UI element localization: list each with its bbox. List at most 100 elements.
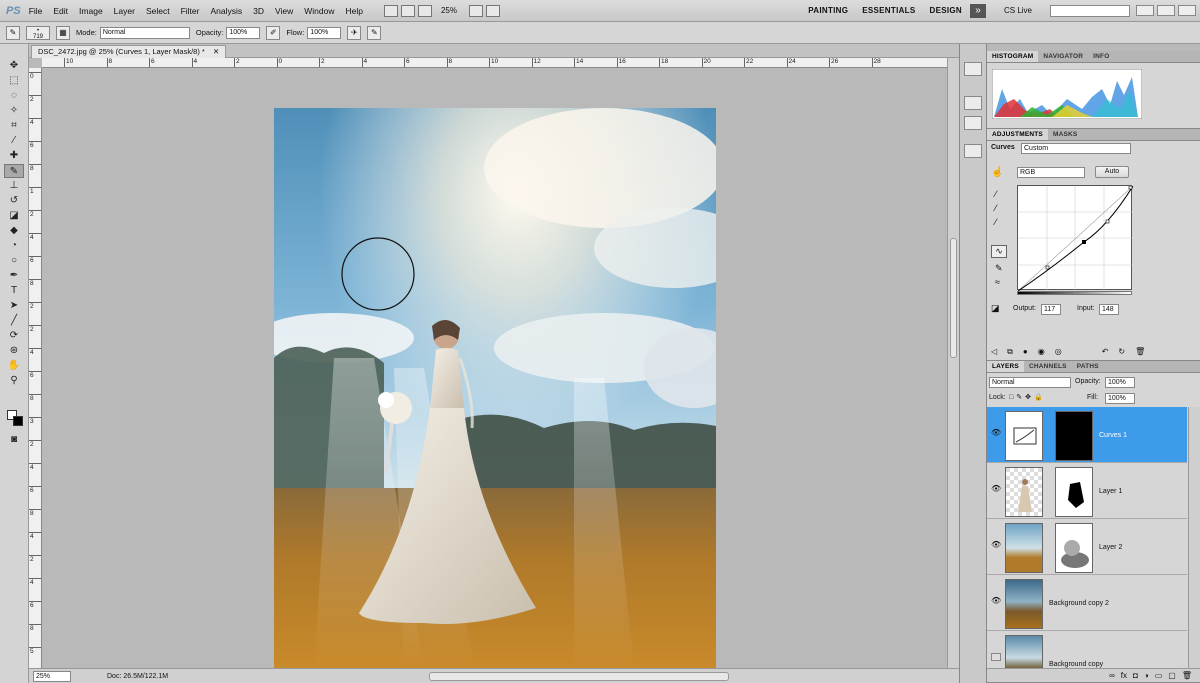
clone-stamp-tool-icon[interactable]: ⊥ (4, 179, 24, 193)
menu-file[interactable]: File (29, 6, 43, 16)
minibridge-icon[interactable] (400, 4, 415, 17)
background-color-swatch[interactable] (13, 416, 23, 426)
layer-thumbnail[interactable] (1005, 523, 1043, 573)
layer-mask-thumbnail[interactable] (1055, 523, 1093, 573)
tab-channels[interactable]: CHANNELS (1024, 361, 1072, 372)
actions-panel-icon[interactable] (964, 96, 982, 110)
undo-icon[interactable]: ↶ (1102, 347, 1109, 357)
smooth-curve-icon[interactable]: ≈ (995, 277, 1000, 287)
menu-window[interactable]: Window (304, 6, 334, 16)
tab-histogram[interactable]: HISTOGRAM (987, 51, 1039, 62)
close-button[interactable] (1178, 5, 1196, 16)
eraser-tool-icon[interactable]: ◪ (4, 209, 24, 223)
marquee-tool-icon[interactable]: ⬚ (4, 74, 24, 88)
flow-input[interactable]: 100% (307, 26, 342, 39)
menu-view[interactable]: View (275, 6, 293, 16)
vertical-scrollbar[interactable] (947, 58, 959, 668)
clip-to-layer-icon[interactable]: ● (1023, 347, 1028, 357)
maximize-button[interactable] (1157, 5, 1175, 16)
ruler-left[interactable]: 0 2 4 6 8 1 2 4 6 8 2 2 4 6 8 3 2 4 6 8 4 2 4 6 8 5 (29, 68, 42, 668)
brush-tool-icon[interactable]: ✎ (6, 25, 20, 40)
menu-edit[interactable]: Edit (53, 6, 68, 16)
visibility-eye-icon[interactable]: 👁 (991, 429, 1001, 437)
menu-image[interactable]: Image (79, 6, 103, 16)
brush-presets-icon[interactable] (964, 116, 982, 130)
curves-preset-select[interactable]: Custom (1021, 143, 1131, 154)
menu-layer[interactable]: Layer (114, 6, 135, 16)
lasso-tool-icon[interactable]: ◌ (4, 89, 24, 103)
auto-button[interactable]: Auto (1095, 166, 1129, 178)
layer-row-background-copy[interactable]: Background copy (987, 631, 1187, 669)
document-image[interactable] (274, 108, 716, 670)
more-workspaces-icon[interactable]: » (969, 3, 986, 18)
layer-row-curves-1[interactable]: 👁 Curves 1 (987, 407, 1187, 463)
expanded-view-icon[interactable]: ⧉ (1007, 347, 1013, 357)
quick-select-tool-icon[interactable]: ✧ (4, 104, 24, 118)
curve-draw-mode-icon[interactable]: ✎ (995, 263, 1003, 274)
arrange-documents-icon[interactable] (469, 4, 483, 17)
layer-opacity-input[interactable]: 100% (1105, 377, 1135, 388)
visibility-eye-icon[interactable]: 👁 (991, 541, 1001, 549)
3d-rotate-tool-icon[interactable]: ⟳ (4, 329, 24, 343)
delete-adjustment-icon[interactable]: 🗑 (1135, 347, 1145, 357)
tab-navigator[interactable]: NAVIGATOR (1038, 51, 1088, 62)
horizontal-scrollbar[interactable] (429, 672, 729, 681)
layer-style-icon[interactable]: fx (1121, 671, 1127, 680)
pen-tool-icon[interactable]: ✒ (4, 269, 24, 283)
curve-point-mode-icon[interactable]: ∿ (991, 245, 1007, 258)
visibility-eye-icon[interactable]: 👁 (991, 485, 1001, 493)
clone-source-icon[interactable] (964, 144, 982, 158)
menu-analysis[interactable]: Analysis (210, 6, 242, 16)
tab-info[interactable]: INFO (1088, 51, 1114, 62)
zoom-tool-icon[interactable]: ⚲ (4, 374, 24, 388)
tab-masks[interactable]: MASKS (1048, 129, 1082, 140)
tab-layers[interactable]: LAYERS (987, 361, 1024, 372)
layers-scrollbar[interactable] (1188, 407, 1200, 669)
move-tool-icon[interactable]: ✥ (4, 59, 24, 73)
input-input[interactable]: 148 (1099, 304, 1119, 315)
add-mask-icon[interactable]: ◘ (1133, 671, 1138, 680)
cs-live-button[interactable]: CS Live (1004, 6, 1032, 15)
paint-bucket-tool-icon[interactable]: ◆ (4, 224, 24, 238)
new-adjustment-icon[interactable]: ◑ (1144, 671, 1149, 680)
airbrush-icon[interactable]: ✈ (347, 25, 362, 40)
view-previous-icon[interactable]: ◎ (1055, 347, 1062, 357)
fill-input[interactable]: 100% (1105, 393, 1135, 404)
tab-paths[interactable]: PATHS (1072, 361, 1104, 372)
pressure-opacity-icon[interactable]: ✐ (266, 25, 281, 40)
clip-icon[interactable]: ◪ (991, 303, 1000, 314)
menu-select[interactable]: Select (146, 6, 170, 16)
layer-row-layer-1[interactable]: 👁 Layer 1 (987, 463, 1187, 519)
pressure-size-icon[interactable]: ✎ (367, 25, 382, 40)
layer-mask-thumbnail[interactable] (1055, 467, 1093, 517)
workspace-design[interactable]: DESIGN (930, 6, 962, 15)
workspace-essentials[interactable]: ESSENTIALS (862, 6, 915, 15)
doc-size-readout[interactable]: Doc: 26.5M/122.1M (107, 673, 168, 680)
3d-orbit-tool-icon[interactable]: ⊛ (4, 344, 24, 358)
delete-layer-icon[interactable]: 🗑 (1182, 671, 1192, 680)
menu-filter[interactable]: Filter (181, 6, 200, 16)
opacity-input[interactable]: 100% (226, 26, 261, 39)
minimize-button[interactable] (1136, 5, 1154, 16)
close-tab-icon[interactable]: ✕ (213, 47, 219, 56)
layer-thumbnail[interactable] (1005, 579, 1043, 629)
visibility-eye-icon[interactable]: 👁 (991, 597, 1001, 605)
hand-tool-icon[interactable]: ✋ (4, 359, 24, 373)
curves-adjustment-thumbnail[interactable] (1005, 411, 1043, 461)
zoom-level-menu[interactable]: 25% (441, 6, 457, 15)
new-group-icon[interactable]: ▭ (1155, 671, 1163, 680)
blur-tool-icon[interactable]: ◔ (4, 239, 24, 253)
new-layer-icon[interactable]: ▢ (1168, 671, 1176, 680)
line-tool-icon[interactable]: ╱ (4, 314, 24, 328)
layer-row-background-copy-2[interactable]: 👁 Background copy 2 (987, 575, 1187, 631)
healing-brush-tool-icon[interactable]: ✚ (4, 149, 24, 163)
ruler-top[interactable]: 10 8 6 4 2 0 2 4 6 8 10 12 14 16 18 20 22 24 26 28 (42, 58, 947, 68)
visibility-toggle-icon[interactable]: ◉ (1038, 347, 1045, 357)
eyedropper-tool-icon[interactable]: ⁄ (4, 134, 24, 148)
document-tab[interactable]: DSC_2472.jpg @ 25% (Curves 1, Layer Mask… (31, 45, 227, 58)
bridge-icon[interactable] (383, 4, 398, 17)
lock-options-icon[interactable]: □✎✥🔒 (1009, 393, 1046, 401)
history-brush-tool-icon[interactable]: ↺ (4, 194, 24, 208)
menu-help[interactable]: Help (346, 6, 363, 16)
vertical-scroll-thumb[interactable] (950, 238, 957, 358)
